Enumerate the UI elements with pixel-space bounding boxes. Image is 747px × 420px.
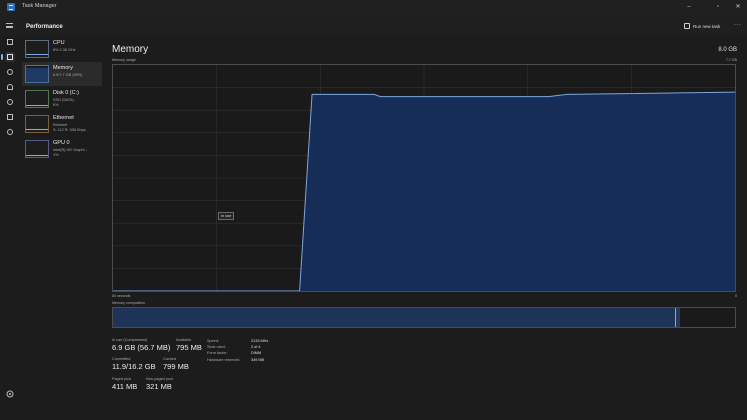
cpu-thumbnail [25,40,49,58]
memory-usage-graph [112,64,736,292]
composition-in-use [113,308,676,327]
performance-icon [7,54,13,60]
memory-composition-bar [112,307,736,328]
navigation-rail [0,36,20,420]
memory-usage-area [113,92,735,291]
graph-tooltip: In use [218,212,235,220]
device-name: Memory [53,65,73,71]
memory-composition-label: Memory composition [112,301,146,305]
stat-cached: Cached 799 MB [163,357,189,371]
nav-users[interactable] [5,97,15,107]
run-new-task-button[interactable]: Run new task [684,23,720,29]
device-detail: Intel(R) HD Graphi... 1% [53,148,88,157]
nav-startup-apps[interactable] [5,82,15,92]
memory-thumbnail [25,65,49,83]
graph-zero-label: 0 [735,294,737,298]
gpu-thumbnail [25,140,49,158]
run-new-task-label: Run new task [693,23,721,29]
memory-usage-label: Memory usage [112,58,136,62]
services-icon [7,129,13,135]
spec-row-hardware-reserved: Hardware reserved: 349 MB [207,357,265,362]
device-detail: Ethernet S: 112 R: 336 Kbps [53,123,86,132]
nav-app-history[interactable] [5,67,15,77]
total-memory: 8.0 GB [718,47,737,53]
resource-title: Memory [112,44,149,55]
device-detail: SSD (SATA) 6% [53,98,74,107]
device-item-gpu[interactable]: GPU 0 Intel(R) HD Graphi... 1% [22,137,102,161]
title-bar: Task Manager – ▫ ✕ [0,0,747,14]
device-name: CPU [53,40,65,46]
device-item-cpu[interactable]: CPU 8% 2.36 GHz [22,37,102,61]
details-icon [7,114,13,120]
memory-max-label: 7.7 GB [725,58,737,62]
device-item-disk[interactable]: Disk 0 (C:) SSD (SATA) 6% [22,87,102,111]
device-name: Disk 0 (C:) [53,90,79,96]
window-title: Task Manager [22,3,57,9]
minimize-button[interactable]: – [684,2,694,12]
app-history-icon [7,69,13,75]
device-item-ethernet[interactable]: Ethernet Ethernet S: 112 R: 336 Kbps [22,112,102,136]
disk-thumbnail [25,90,49,108]
stat-committed: Committed 11.9/16.2 GB [112,357,156,371]
nav-processes[interactable] [5,37,15,47]
close-icon: ✕ [735,4,741,10]
nav-services[interactable] [5,127,15,137]
users-icon [7,99,13,105]
more-options-button[interactable]: ··· [734,22,742,28]
run-task-icon [684,23,690,29]
stat-in-use: In use (Compressed) 6.9 GB (56.7 MB) [112,338,171,352]
hamburger-menu-icon[interactable] [6,23,13,28]
device-list: CPU 8% 2.36 GHz Memory 6.9/7.7 GB (90%) … [22,37,102,162]
minimize-icon: – [687,4,691,10]
nav-performance[interactable] [1,52,15,62]
memory-specs: Speed: 2133 MHz Slots used: 2 of 4 Form fa… [207,338,268,363]
maximize-icon: ▫ [716,4,720,10]
stat-available: Available 795 MB [176,338,202,352]
close-button[interactable]: ✕ [733,2,743,12]
gear-icon [6,390,14,398]
device-detail: 6.9/7.7 GB (90%) [53,73,83,77]
composition-modified [675,308,680,327]
stat-paged-pool: Paged pool 411 MB [112,377,138,391]
nav-details[interactable] [5,112,15,122]
task-manager-app-icon [7,3,15,11]
page-header: Performance Run new task ··· [0,14,747,36]
device-name: Ethernet [53,115,74,121]
processes-icon [7,39,13,45]
settings-button[interactable] [5,386,15,398]
page-title: Performance [26,24,63,30]
device-detail: 8% 2.36 GHz [53,48,76,52]
stat-non-paged-pool: Non-paged pool 321 MB [146,377,174,391]
time-range-label: 60 seconds [112,294,131,298]
device-name: GPU 0 [53,140,70,146]
startup-apps-icon [7,84,13,90]
device-item-memory[interactable]: Memory 6.9/7.7 GB (90%) [22,62,102,86]
ethernet-thumbnail [25,115,49,133]
maximize-button[interactable]: ▫ [713,2,723,12]
memory-usage-svg [113,65,735,291]
